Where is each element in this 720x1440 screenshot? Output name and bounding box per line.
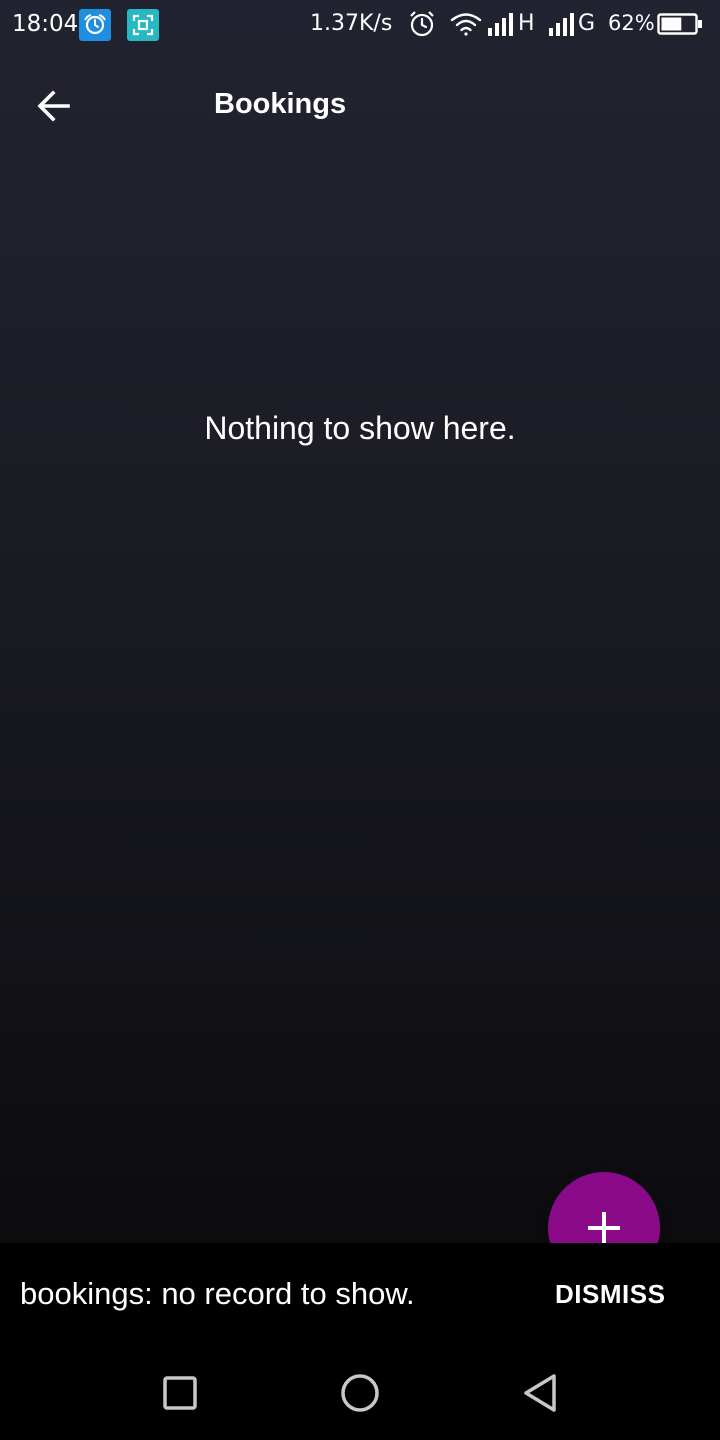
- recents-button[interactable]: [150, 1365, 210, 1421]
- network-type-h: H: [518, 11, 535, 36]
- home-button[interactable]: [330, 1365, 390, 1421]
- plus-icon: [588, 1212, 620, 1244]
- navigation-bar: [0, 1343, 720, 1440]
- snackbar-message: bookings: no record to show.: [20, 1276, 415, 1311]
- page-title: Bookings: [214, 88, 347, 120]
- status-time: 18:04: [12, 11, 79, 37]
- network-speed: 1.37K/s: [310, 11, 393, 36]
- empty-state-message: Nothing to show here.: [204, 410, 516, 446]
- network-type-g: G: [578, 11, 596, 36]
- battery-percent: 62%: [608, 11, 655, 35]
- arrow-left-icon: [37, 90, 70, 122]
- back-button[interactable]: [24, 80, 84, 132]
- signal-icon: [547, 12, 577, 40]
- app-bar: Bookings: [0, 50, 720, 160]
- battery-icon: [657, 13, 703, 39]
- alarm-app-icon: [79, 9, 111, 41]
- dismiss-button[interactable]: DISMISS: [555, 1279, 665, 1310]
- status-bar: 18:04 1.37K/s H G 62%: [0, 0, 720, 50]
- home-circle-icon: [341, 1374, 379, 1412]
- screen-scan-icon: [127, 9, 159, 41]
- recents-square-icon: [163, 1376, 197, 1410]
- back-triangle-icon: [524, 1374, 556, 1412]
- wifi-icon: [450, 11, 482, 41]
- nav-back-button[interactable]: [510, 1365, 570, 1421]
- alarm-clock-icon: [408, 10, 436, 42]
- signal-icon: [486, 12, 516, 40]
- snackbar: bookings: no record to show. DISMISS: [0, 1243, 720, 1343]
